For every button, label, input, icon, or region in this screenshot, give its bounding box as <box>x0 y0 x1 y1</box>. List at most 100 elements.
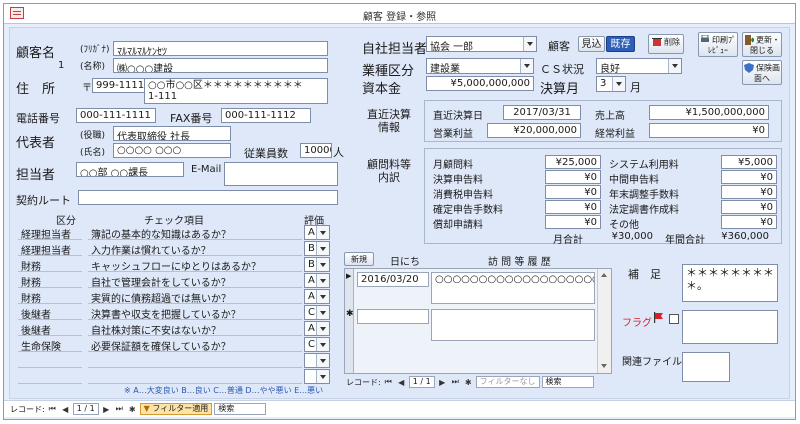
chevron-down-icon <box>316 354 329 367</box>
fee-value[interactable]: ¥0 <box>721 200 777 214</box>
industry-select[interactable]: 建設業 <box>426 58 534 74</box>
flag-checkbox[interactable] <box>669 314 679 324</box>
flag-note-field[interactable] <box>682 310 778 344</box>
fee-label: 決算申告料 <box>433 175 483 186</box>
cs-status-select[interactable]: 良好 <box>596 58 682 74</box>
checklist-item: 自社株対策に不安はないか？ <box>88 321 302 336</box>
employees-label: 従業員数 <box>244 147 288 160</box>
evaluation-select[interactable]: A <box>304 273 330 288</box>
new-visit-text-cell[interactable] <box>431 309 595 341</box>
fiscal-month-unit: 月 <box>630 81 641 94</box>
evaluation-select[interactable]: A <box>304 225 330 240</box>
fee-value[interactable]: ¥25,000 <box>545 155 601 169</box>
last-record-icon[interactable]: ⏭ <box>114 404 125 414</box>
employees-field[interactable]: 10000 <box>300 143 332 158</box>
evaluation-value: A <box>308 323 315 334</box>
checklist-category <box>18 353 82 368</box>
evaluation-select[interactable] <box>304 353 330 368</box>
visit-scrollbar[interactable] <box>597 269 611 373</box>
evaluation-value: B <box>308 259 315 270</box>
main-nav-label: レコード: <box>10 404 45 414</box>
scroll-up-icon[interactable] <box>598 269 611 282</box>
evaluation-value: A <box>308 291 315 302</box>
visit-date-cell[interactable]: 2016/03/20 <box>357 272 429 287</box>
existing-button[interactable]: 既存 <box>606 36 635 52</box>
evaluation-value: C <box>308 307 315 318</box>
representative-label: 代表者 <box>16 136 56 151</box>
next-record-icon[interactable]: ▶ <box>437 378 448 387</box>
evaluation-select[interactable]: C <box>304 305 330 320</box>
kana-field[interactable]: ﾏﾙﾏﾙﾏﾙｹﾝｾﾂ <box>113 41 328 56</box>
update-close-label: 更新・閉じる <box>750 35 780 55</box>
postal-code-field[interactable]: 999-1111 <box>92 78 148 93</box>
contract-route-field[interactable] <box>78 190 338 205</box>
evaluation-select[interactable]: B <box>304 257 330 272</box>
scroll-down-icon[interactable] <box>598 360 611 373</box>
staff-select[interactable]: 協会 一郎 <box>426 36 537 52</box>
capital-field[interactable]: ¥5,000,000,000 <box>426 76 534 91</box>
fee-value[interactable]: ¥0 <box>721 170 777 184</box>
phone-field[interactable]: 000-111-1111 <box>76 108 156 123</box>
next-record-icon[interactable]: ▶ <box>101 405 112 414</box>
chevron-down-icon <box>612 77 625 91</box>
filter-applied-button[interactable]: ▼ フィルター適用 <box>139 403 213 415</box>
filter-applied-label: フィルター適用 <box>152 404 209 413</box>
op-profit-field[interactable]: ¥20,000,000 <box>487 123 581 138</box>
fee-value[interactable]: ¥5,000 <box>721 155 777 169</box>
prev-record-icon[interactable]: ◀ <box>396 378 407 387</box>
rep-name-field[interactable]: ○○○○ ○○○ <box>113 143 231 158</box>
customer-name-label: 顧客名 <box>16 46 56 61</box>
new-visit-button[interactable]: 新規 <box>344 252 374 266</box>
print-preview-button[interactable]: 印刷ﾌﾟﾚﾋﾞｭｰ <box>698 32 738 57</box>
evaluation-select[interactable]: A <box>304 321 330 336</box>
fee-value[interactable]: ¥0 <box>545 200 601 214</box>
fees-panel: 月顧問料 ¥25,000 決算申告料 ¥0 消費税申告料 ¥0 確定申告手数料 ¥0 償却申請料… <box>424 148 782 246</box>
visit-text-cell[interactable]: ○○○○○○○○○○○○○○○○○○○○○ <box>431 272 595 304</box>
update-close-button[interactable]: 更新・閉じる <box>742 32 782 57</box>
prospect-button[interactable]: 見込 <box>578 36 605 52</box>
form-body: 顧客名 (ﾌﾘｶﾞﾅ) ﾏﾙﾏﾙﾏﾙｹﾝｾﾂ 1 (名称) ㈱○○○建設 住 所… <box>9 27 790 399</box>
evaluation-select[interactable]: C <box>304 337 330 352</box>
main-search-box[interactable]: 検索 <box>214 403 267 415</box>
email-field[interactable] <box>224 162 338 186</box>
fee-value[interactable]: ¥0 <box>545 170 601 184</box>
last-record-icon[interactable]: ⏭ <box>450 377 461 387</box>
evaluation-select[interactable]: B <box>304 241 330 256</box>
fee-value[interactable]: ¥0 <box>721 185 777 199</box>
new-visit-date-cell[interactable] <box>357 309 429 324</box>
company-name-field[interactable]: ㈱○○○建設 <box>113 58 328 73</box>
fee-label: 法定調書作成料 <box>609 205 679 216</box>
first-record-icon[interactable]: ⏮ <box>47 404 58 414</box>
new-record-nav-icon[interactable]: ✱ <box>127 405 138 414</box>
chevron-down-icon <box>316 242 329 255</box>
insurance-view-button[interactable]: 保険画面へ <box>742 60 782 85</box>
cs-status-label: ＣＳ状況 <box>540 63 584 76</box>
rep-title-field[interactable]: 代表取締役 社長 <box>113 126 231 141</box>
contact-field[interactable]: ○○部 ○○課長 <box>76 162 184 177</box>
first-record-icon[interactable]: ⏮ <box>383 377 394 387</box>
main-record-position[interactable]: 1 / 1 <box>72 403 99 415</box>
new-record-nav-icon[interactable]: ✱ <box>463 378 474 387</box>
fee-value[interactable]: ¥0 <box>545 215 601 229</box>
evaluation-select[interactable]: A <box>304 289 330 304</box>
checklist-category: 後継者 <box>18 321 82 336</box>
visit-filter-status[interactable]: フィルターなし <box>475 376 540 388</box>
visit-search-box[interactable]: 検索 <box>541 376 594 388</box>
staff-value: 協会 一郎 <box>430 42 474 52</box>
related-files-field[interactable] <box>682 352 730 382</box>
visit-record-position[interactable]: 1 / 1 <box>408 376 435 388</box>
fax-field[interactable]: 000-111-1112 <box>221 108 311 123</box>
ord-profit-field[interactable]: ¥0 <box>649 123 769 138</box>
checklist-row: 経理担当者 入力作業は慣れているか？ B <box>18 241 330 256</box>
recent-date-field[interactable]: 2017/03/31 <box>503 105 581 120</box>
fee-label: 中間申告料 <box>609 175 659 186</box>
remarks-field[interactable]: ＊＊＊＊＊＊＊＊ ＊。 <box>682 264 778 302</box>
fee-value[interactable]: ¥0 <box>721 215 777 229</box>
fiscal-month-select[interactable]: 3 <box>596 76 626 92</box>
fee-value[interactable]: ¥0 <box>545 185 601 199</box>
evaluation-select[interactable] <box>304 369 330 384</box>
address-field[interactable]: ○○市○○区＊＊＊＊＊＊＊＊＊＊ 1-111 <box>144 78 328 104</box>
sales-field[interactable]: ¥1,500,000,000 <box>649 105 769 120</box>
delete-button[interactable]: 削除 <box>648 34 684 54</box>
prev-record-icon[interactable]: ◀ <box>60 405 71 414</box>
